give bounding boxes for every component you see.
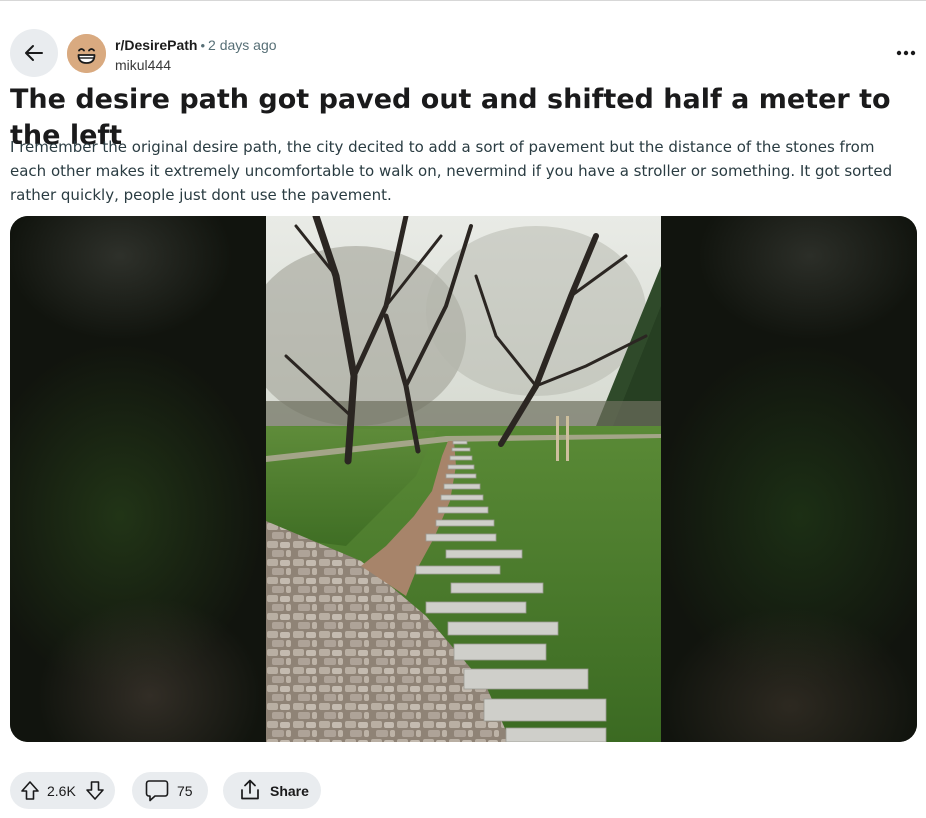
meta-separator: • — [200, 38, 206, 53]
comments-button[interactable]: 75 — [132, 772, 208, 809]
arrow-down-icon — [86, 781, 104, 800]
top-divider — [0, 0, 926, 1]
smiley-face-icon — [67, 34, 106, 73]
post-meta: r/DesirePath • 2 days ago mikul444 — [115, 36, 277, 74]
post-image[interactable] — [266, 216, 661, 742]
author-link[interactable]: mikul444 — [115, 56, 277, 74]
post-time: 2 days ago — [208, 37, 277, 53]
share-button[interactable]: Share — [223, 772, 321, 809]
back-button[interactable] — [10, 29, 58, 77]
vote-bar: 2.6K — [10, 772, 115, 809]
comment-count: 75 — [177, 783, 193, 799]
post-media[interactable] — [10, 216, 917, 742]
more-options-button[interactable] — [888, 40, 924, 66]
arrow-up-icon — [21, 781, 39, 800]
subreddit-avatar[interactable] — [67, 34, 106, 73]
subreddit-link[interactable]: r/DesirePath — [115, 37, 197, 53]
speech-bubble-icon — [145, 780, 169, 802]
downvote-button[interactable] — [85, 780, 105, 801]
upvote-button[interactable] — [20, 780, 40, 801]
arrow-left-icon — [25, 45, 43, 61]
vote-count: 2.6K — [47, 783, 76, 799]
share-upload-icon — [241, 779, 259, 800]
share-label: Share — [270, 783, 309, 799]
post-body: I remember the original desire path, the… — [10, 138, 893, 204]
more-horizontal-icon — [896, 50, 916, 56]
